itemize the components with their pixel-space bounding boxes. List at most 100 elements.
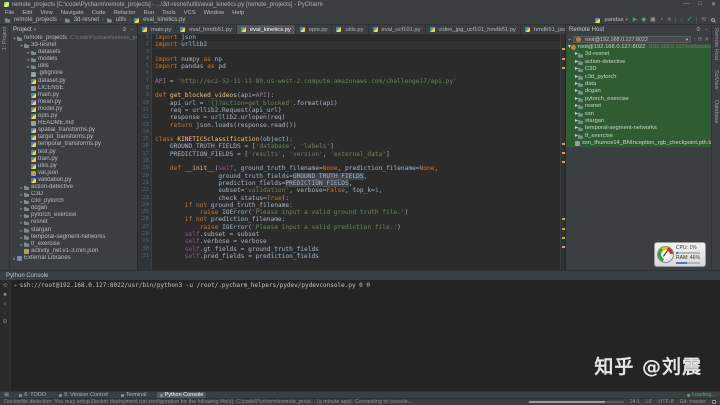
close-icon[interactable]: ✕ [704, 37, 709, 43]
remote-tree-item[interactable]: ▸3d-resnet [566, 51, 711, 58]
project-tree-item[interactable]: ▾3d-resnet [10, 42, 137, 49]
menu-edit[interactable]: Edit [22, 10, 32, 16]
project-tree-item[interactable]: val.json [10, 170, 137, 177]
remote-tree-item[interactable]: ▸C3D [566, 66, 711, 73]
code-line[interactable]: raise IOError('Please input a valid pred… [155, 224, 560, 231]
project-tree-item[interactable]: ▸temporal-segment-networks [10, 234, 137, 241]
code-line[interactable]: self.pred_fields = prediction_fields [155, 253, 560, 260]
project-tree-item[interactable]: ▸utils [10, 63, 137, 70]
menu-vcs[interactable]: VCS [184, 10, 196, 16]
project-tree-item[interactable]: opts.py [10, 113, 137, 120]
menu-refactor[interactable]: Refactor [114, 10, 136, 16]
code-editor[interactable]: import jsonimport urllib2 import numpy a… [152, 34, 560, 270]
project-tree-item[interactable]: ▸C3D [10, 191, 137, 198]
project-tree-item[interactable]: model.py [10, 106, 137, 113]
scroll-to-end-icon[interactable]: ↓ [4, 310, 7, 316]
project-tree-item[interactable]: ▸c3d_pytorch [10, 198, 137, 205]
project-tree-item[interactable]: temporal_transforms.py [10, 141, 137, 148]
stop-icon[interactable]: ■ [667, 17, 671, 23]
breadcrumb-item[interactable]: 3d-resnet [65, 17, 99, 23]
hide-panel-icon[interactable]: − [705, 27, 708, 33]
code-line[interactable] [155, 70, 560, 77]
run-configuration-select[interactable]: pandas ▾ [595, 17, 627, 23]
editor-tab[interactable]: main.py [138, 25, 176, 34]
code-line[interactable] [155, 129, 560, 136]
code-line[interactable]: def get_blocked_videos(api=API): [155, 92, 560, 99]
project-tree-item[interactable]: validation.py [10, 177, 137, 184]
editor-tab[interactable]: eval_ucf101.py [369, 25, 426, 34]
project-tree-item[interactable]: ▸tf_exercise [10, 241, 137, 248]
caret-position[interactable]: 24:1 [630, 399, 641, 405]
remote-tree-item[interactable]: ▸resnet [566, 103, 711, 110]
connection-select[interactable]: root@192.168.0.127:8022 ▾ [573, 36, 691, 43]
code-line[interactable]: import numpy as np [155, 56, 560, 63]
settings-icon[interactable]: ⚙ [122, 27, 127, 33]
refresh-icon[interactable]: ⟳ [698, 37, 703, 43]
coverage-icon[interactable]: ▣ [650, 17, 656, 23]
run-icon[interactable]: ▶ [633, 17, 638, 23]
code-line[interactable] [155, 49, 560, 56]
remote-tree-item[interactable]: ▸ssn [566, 111, 711, 118]
project-tree-item[interactable]: test.py [10, 149, 137, 156]
lock-icon[interactable] [712, 400, 716, 404]
breadcrumb-item[interactable]: utils [107, 17, 127, 23]
soft-wrap-icon[interactable]: ≡ [3, 301, 6, 307]
code-line[interactable] [155, 85, 560, 92]
project-tree-item[interactable]: train.py [10, 156, 137, 163]
editor-tab[interactable]: eval_kinetics.py [237, 25, 296, 34]
code-line[interactable]: check_status=True): [155, 195, 560, 202]
project-tree-item[interactable]: ▸dcgan [10, 205, 137, 212]
code-line[interactable]: api_url = '{}?action=get_blocked'.format… [155, 100, 560, 107]
remote-tree-item[interactable]: ▸c3d_pytorch [566, 74, 711, 81]
project-tree-item[interactable]: ▸External Libraries [10, 255, 137, 262]
breadcrumb-item[interactable]: remote_projects [5, 17, 57, 23]
code-line[interactable]: PREDICTION_FIELDS = ['results', 'version… [155, 151, 560, 158]
commit-icon[interactable]: ✔ [687, 17, 692, 23]
profiler-icon[interactable]: ◔ [660, 17, 664, 23]
remote-tree-item[interactable]: ▾root@192.168.0.127:8022(192.168.0.127/w… [566, 44, 711, 51]
project-panel-title[interactable]: Project [13, 27, 32, 33]
menu-window[interactable]: Window [204, 10, 225, 16]
git-branch[interactable]: Git: master [680, 399, 706, 405]
remote-tree-item[interactable]: ▸tf_exercise [566, 133, 711, 140]
remote-tree-item[interactable]: ▸pytorch_exercise [566, 96, 711, 103]
remote-tree-item[interactable]: ssn_thumos14_BNInception_rgb_checkpoint.… [566, 140, 711, 147]
code-line[interactable]: return json.loads(response.read()) [155, 122, 560, 129]
menu-help[interactable]: Help [232, 10, 244, 16]
tool-stripe-remote-host[interactable]: Remote Host [713, 28, 719, 60]
editor-tab[interactable]: video_jpg_ucf101_hmdb51.py [426, 25, 521, 34]
code-line[interactable]: GROUND_TRUTH_FIELDS = ['database', 'labe… [155, 143, 560, 150]
code-line[interactable]: import pandas as pd [155, 63, 560, 70]
status-message[interactable]: Dockerfile detection: You may setup Dock… [4, 399, 523, 405]
hide-panel-icon[interactable]: − [131, 27, 134, 33]
line-separator[interactable]: LF [646, 399, 652, 405]
project-tree-item[interactable]: ▸stargan [10, 227, 137, 234]
project-tree-item[interactable]: README.md [10, 120, 137, 127]
update-project-icon[interactable]: ↓ [680, 17, 683, 23]
rerun-icon[interactable]: ⟲ [3, 283, 8, 289]
editor-tab[interactable]: eval_hmdb51.py [176, 25, 237, 34]
python-console-tab[interactable]: Python Console [6, 273, 48, 279]
project-tree-item[interactable]: .gitignore [10, 70, 137, 77]
code-line[interactable]: self.subset = subset [155, 231, 560, 238]
code-line[interactable]: import urllib2 [155, 41, 560, 48]
project-tree-item[interactable]: mean.py [10, 99, 137, 106]
code-line[interactable]: if not prediction_filename: [155, 216, 560, 223]
code-line[interactable]: ground_truth_fields=GROUND_TRUTH_FIELDS, [155, 173, 560, 180]
code-line[interactable]: API = 'http://ec2-52-11-11-89.us-west-2.… [155, 78, 560, 85]
code-line[interactable]: response = urllib2.urlopen(req) [155, 114, 560, 121]
project-tree-item[interactable]: ▸models [10, 56, 137, 63]
minimize-button[interactable]: — [683, 1, 689, 8]
code-line[interactable]: def __init__(self, ground_truth_filename… [155, 165, 560, 172]
code-line[interactable]: self.verbose = verbose [155, 238, 560, 245]
code-line[interactable]: if not ground_truth_filename: [155, 202, 560, 209]
project-tree-item[interactable]: ▾remote_projectsC:\code\Pycharm\remote_p… [10, 35, 137, 42]
project-tree-item[interactable]: ▸datasets [10, 49, 137, 56]
project-tree-item[interactable]: main.py [10, 92, 137, 99]
editor-tab[interactable]: utils.py [332, 25, 368, 34]
search-icon[interactable] [711, 18, 715, 22]
tool-stripe-database[interactable]: Database [713, 100, 719, 124]
project-tree-item[interactable]: spatial_transforms.py [10, 127, 137, 134]
history-icon[interactable]: ⟲ [701, 17, 706, 23]
upload-icon[interactable]: ↑ [693, 37, 696, 43]
